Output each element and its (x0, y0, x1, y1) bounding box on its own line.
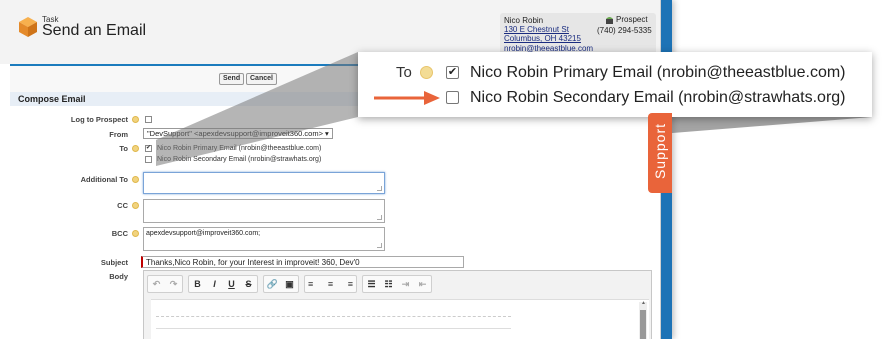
task-cube-icon (19, 17, 37, 37)
cc-help-icon[interactable] (132, 202, 139, 209)
app-window: Task Send an Email Nico Robin 130 E Ches… (0, 0, 672, 339)
template-divider (156, 316, 511, 317)
resize-grip-icon[interactable] (377, 215, 382, 220)
undo-icon[interactable]: ↶ (148, 276, 165, 292)
image-icon[interactable]: ▣ (281, 276, 298, 292)
scroll-up-icon[interactable]: ▲ (641, 300, 646, 306)
additional-to-label: Additional To (80, 175, 128, 184)
subject-input[interactable]: Thanks,Nico Robin, for your Interest in … (141, 256, 464, 268)
zoom-callout: To ✔ Nico Robin Primary Email (nrobin@th… (358, 52, 872, 117)
to-primary-label: Nico Robin Primary Email (nrobin@theeast… (157, 145, 322, 152)
redo-icon[interactable]: ↷ (165, 276, 182, 292)
zoom-secondary-label: Nico Robin Secondary Email (nrobin@straw… (470, 89, 846, 106)
underline-icon[interactable]: U (223, 276, 240, 292)
format-group: B I U S (188, 275, 258, 293)
link-icon[interactable]: 🔗 (264, 276, 281, 292)
align-left-icon[interactable]: ≡ (305, 276, 322, 292)
contact-address-line2-link[interactable]: Columbus, OH 43215 (504, 34, 581, 43)
cancel-button[interactable]: Cancel (246, 73, 277, 85)
from-select[interactable]: "DevSupport" <apexdevsupport@improveit36… (143, 128, 333, 139)
contact-phone: (740) 294-5335 (597, 26, 652, 35)
align-right-icon[interactable]: ≡ (339, 276, 356, 292)
editor-content-area[interactable]: ▲ (151, 299, 649, 339)
strikethrough-icon[interactable]: S (240, 276, 257, 292)
align-center-icon[interactable]: ≡ (322, 276, 339, 292)
contact-type-label: Prospect (616, 15, 648, 24)
from-select-value: "DevSupport" <apexdevsupport@improveit36… (147, 129, 323, 138)
list-group: ☰ ☷ ⇥ ⇤ (362, 275, 432, 293)
additional-to-input[interactable] (143, 172, 385, 194)
to-secondary-label: Nico Robin Secondary Email (nrobin@straw… (157, 156, 322, 163)
resize-grip-icon[interactable] (377, 186, 382, 191)
outdent-icon[interactable]: ⇤ (414, 276, 431, 292)
bold-icon[interactable]: B (189, 276, 206, 292)
to-help-icon[interactable] (132, 145, 139, 152)
log-to-prospect-checkbox[interactable] (145, 116, 152, 123)
zoom-primary-checkbox: ✔ (446, 66, 459, 79)
insert-group: 🔗 ▣ (263, 275, 299, 293)
to-secondary-checkbox[interactable] (145, 156, 152, 163)
italic-icon[interactable]: I (206, 276, 223, 292)
to-label: To (119, 144, 128, 153)
contact-name: Nico Robin (504, 16, 544, 25)
editor-scrollbar-thumb[interactable] (640, 310, 646, 339)
zoom-to-label: To (396, 64, 412, 81)
log-help-icon[interactable] (132, 116, 139, 123)
resize-grip-icon[interactable] (377, 243, 382, 248)
log-to-prospect-label: Log to Prospect (70, 115, 128, 124)
body-editor: ↶ ↷ B I U S 🔗 ▣ ≡ ≡ ≡ ☰ ☷ ⇥ ⇤ ▲ (143, 270, 652, 339)
cc-label: CC (117, 201, 128, 210)
to-primary-checkbox[interactable]: ✔ (145, 145, 152, 152)
bcc-label: BCC (111, 229, 128, 238)
contact-address-line1-link[interactable]: 130 E Chestnut St (504, 25, 569, 34)
history-group: ↶ ↷ (147, 275, 183, 293)
chevron-down-icon: ▾ (325, 129, 329, 138)
contact-card: Nico Robin 130 E Chestnut St Columbus, O… (500, 13, 656, 56)
cc-input[interactable] (143, 199, 385, 223)
pointer-arrow-icon (374, 91, 440, 105)
indent-icon[interactable]: ⇥ (397, 276, 414, 292)
template-divider (156, 328, 511, 329)
contact-type: Prospect (605, 15, 648, 24)
zoom-help-icon (420, 66, 433, 79)
bcc-input[interactable]: apexdevsupport@improveit360.com; (143, 227, 385, 251)
body-label: Body (109, 272, 128, 281)
prospect-icon (606, 17, 613, 24)
numbered-list-icon[interactable]: ☷ (380, 276, 397, 292)
zoom-primary-label: Nico Robin Primary Email (nrobin@theeast… (470, 64, 846, 81)
support-tab[interactable]: Support (648, 113, 672, 193)
subject-label: Subject (100, 258, 128, 267)
bulleted-list-icon[interactable]: ☰ (363, 276, 380, 292)
align-group: ≡ ≡ ≡ (304, 275, 357, 293)
support-tab-label: Support (652, 122, 668, 180)
page-title: Send an Email (42, 22, 147, 39)
zoom-secondary-checkbox (446, 91, 459, 104)
editor-toolbar: ↶ ↷ B I U S 🔗 ▣ ≡ ≡ ≡ ☰ ☷ ⇥ ⇤ (147, 275, 432, 297)
send-button[interactable]: Send (219, 73, 245, 85)
bcc-help-icon[interactable] (132, 230, 139, 237)
from-label: From (109, 130, 128, 139)
bcc-value: apexdevsupport@improveit360.com; (146, 230, 261, 237)
additional-to-help-icon[interactable] (132, 176, 139, 183)
